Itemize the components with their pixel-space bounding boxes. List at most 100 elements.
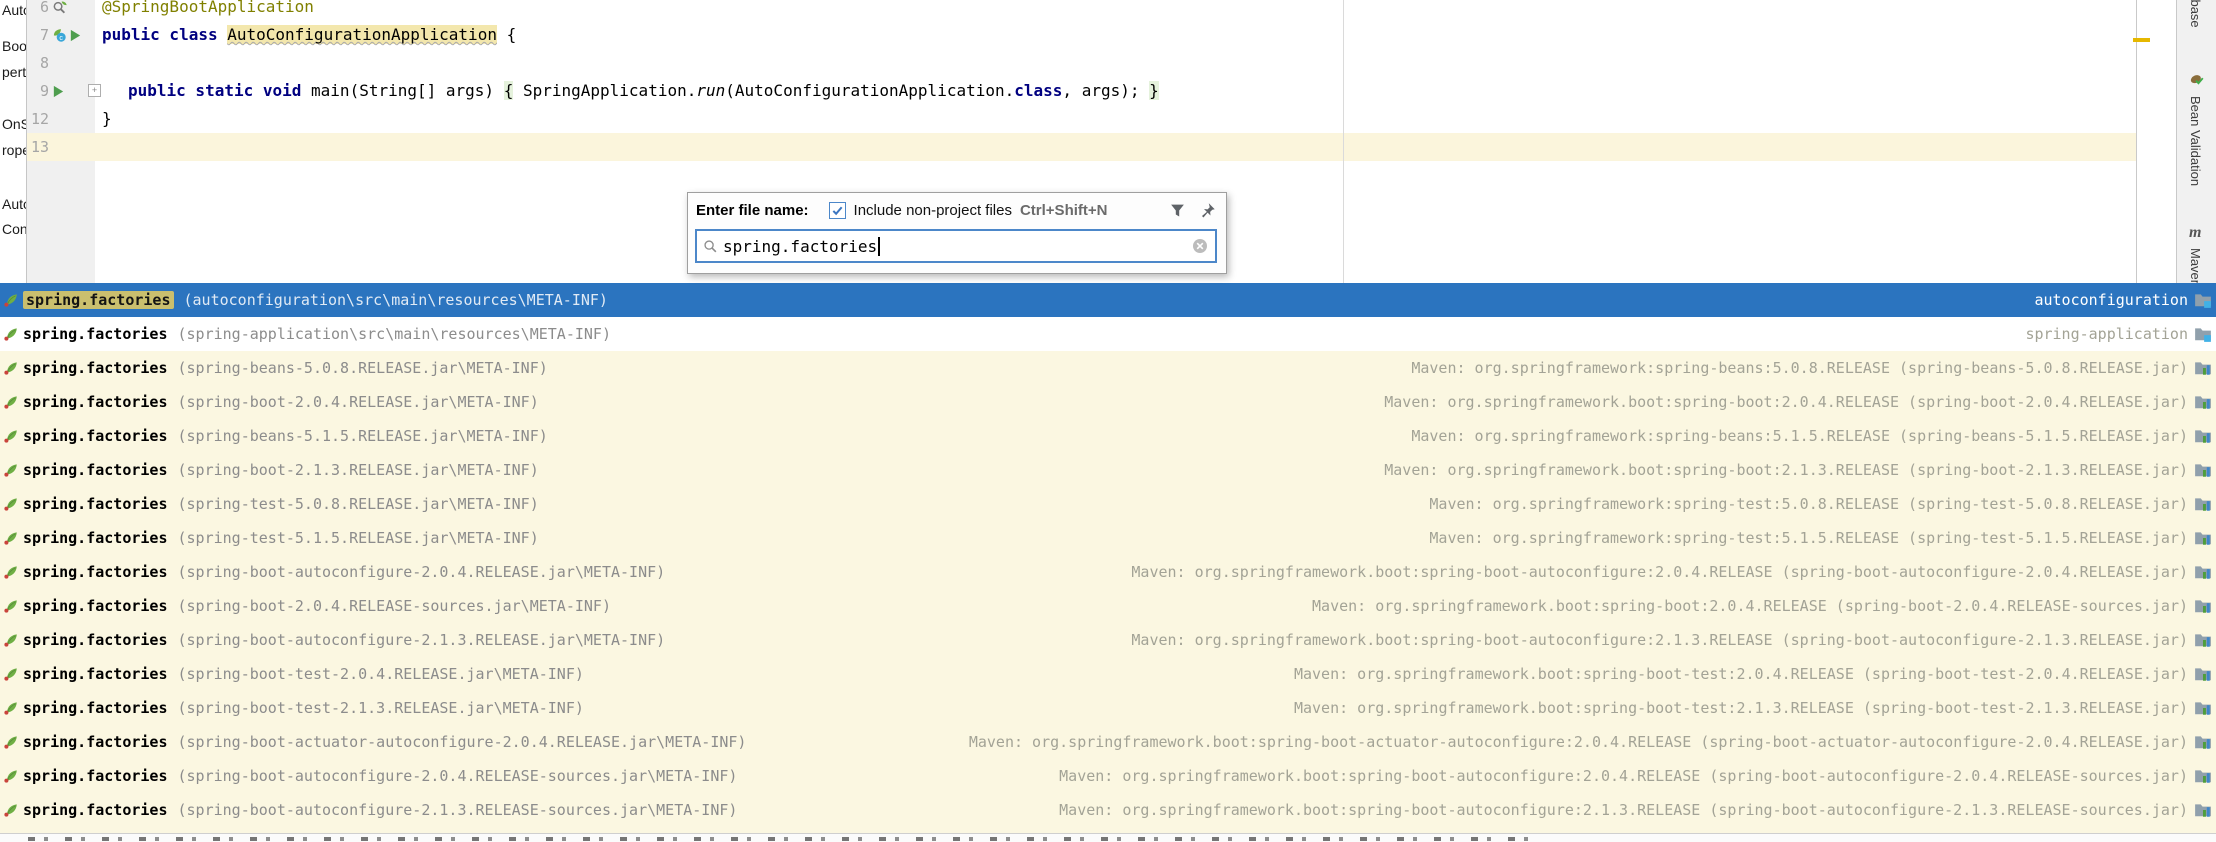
result-row[interactable]: spring.factories(spring-boot-autoconfigu… — [0, 623, 2216, 657]
spring-file-icon — [3, 564, 19, 580]
project-panel-text-fragment: OnS — [2, 116, 27, 132]
spring-file-icon — [3, 462, 19, 478]
result-file-name: spring.factories — [23, 427, 168, 445]
library-icon — [2194, 393, 2212, 411]
spring-file-icon — [3, 496, 19, 512]
spring-file-icon — [3, 530, 19, 546]
spring-file-icon — [3, 326, 19, 342]
result-origin-label: autoconfiguration — [2034, 291, 2188, 309]
spring-file-icon — [3, 598, 19, 614]
result-file-name: spring.factories — [23, 631, 168, 649]
clear-search-icon[interactable] — [1192, 238, 1208, 254]
code-line[interactable]: public static void main(String[] args) {… — [128, 77, 1159, 105]
result-row[interactable]: spring.factories(spring-boot-test-2.0.4.… — [0, 657, 2216, 691]
code-line[interactable]: } — [102, 105, 112, 133]
right-margin-guide — [1343, 0, 1344, 283]
search-icon — [703, 239, 718, 254]
result-origin-label: Maven: org.springframework:spring-beans:… — [1411, 427, 2188, 445]
result-file-path: (spring-test-5.0.8.RELEASE.jar\META-INF) — [178, 495, 539, 513]
run-icon[interactable] — [52, 85, 65, 98]
line-number: 8 — [27, 54, 49, 72]
result-origin-label: Maven: org.springframework.boot:spring-b… — [1384, 461, 2188, 479]
code-token: AutoConfigurationApplication — [227, 25, 497, 44]
project-panel-text-fragment: Cont — [2, 221, 27, 237]
spring-file-icon — [3, 360, 19, 376]
result-row[interactable]: spring.factories(spring-test-5.0.8.RELEA… — [0, 487, 2216, 521]
tool-button-bean-validation[interactable]: Bean Validation — [2188, 96, 2203, 186]
result-row[interactable]: spring.factories(spring-boot-2.0.4.RELEA… — [0, 589, 2216, 623]
code-line[interactable]: public class AutoConfigurationApplicatio… — [102, 21, 516, 49]
gutter-row: 8 — [27, 49, 95, 77]
library-icon — [2194, 529, 2212, 547]
warning-stripe-mark[interactable] — [2133, 38, 2150, 42]
pin-icon[interactable] — [1196, 199, 1218, 221]
result-row[interactable]: spring.factories(spring-boot-autoconfigu… — [0, 759, 2216, 793]
result-row[interactable]: spring.factories(spring-boot-actuator-au… — [0, 725, 2216, 759]
result-row[interactable]: spring.factories(spring-test-5.1.5.RELEA… — [0, 521, 2216, 555]
module-icon — [2194, 325, 2212, 343]
spring-file-icon — [3, 802, 19, 818]
result-origin-label: Maven: org.springframework:spring-beans:… — [1411, 359, 2188, 377]
result-file-name: spring.factories — [23, 529, 168, 547]
project-panel-text-fragment: Auto — [2, 2, 27, 18]
library-icon — [2194, 461, 2212, 479]
result-origin-label: Maven: org.springframework.boot:spring-b… — [1131, 631, 2188, 649]
result-origin-label: Maven: org.springframework.boot:spring-b… — [1059, 801, 2188, 819]
filter-icon[interactable] — [1166, 199, 1188, 221]
result-row[interactable]: spring.factories(spring-beans-5.0.8.RELE… — [0, 351, 2216, 385]
result-file-name: spring.factories — [23, 461, 168, 479]
spring-scan-icon[interactable] — [52, 0, 67, 15]
project-panel-text-fragment: perty — [2, 64, 27, 80]
result-origin-label: Maven: org.springframework.boot:spring-b… — [1294, 665, 2188, 683]
result-row[interactable]: spring.factories(spring-beans-5.1.5.RELE… — [0, 419, 2216, 453]
spring-file-icon — [3, 666, 19, 682]
result-file-path: (spring-boot-autoconfigure-2.0.4.RELEASE… — [178, 767, 738, 785]
file-results-popup: spring.factories(autoconfiguration\src\m… — [0, 283, 2216, 833]
spring-file-icon — [3, 700, 19, 716]
result-origin-label: spring-application — [2025, 325, 2188, 343]
clipped-text-fragments — [28, 837, 1540, 841]
result-row[interactable]: spring.factories(spring-boot-2.0.4.RELEA… — [0, 385, 2216, 419]
library-icon — [2194, 699, 2212, 717]
result-file-name: spring.factories — [23, 801, 168, 819]
result-row[interactable]: spring.factories(spring-application\src\… — [0, 317, 2216, 351]
tool-button-database[interactable]: Database — [2188, 0, 2203, 28]
code-line[interactable]: @SpringBootApplication — [102, 0, 314, 21]
result-row[interactable]: spring.factories(spring-boot-test-2.1.3.… — [0, 691, 2216, 725]
result-row[interactable]: spring.factories(spring-boot-autoconfigu… — [0, 793, 2216, 827]
project-panel-text-fragment: rope — [2, 142, 27, 158]
result-row[interactable]: spring.factories(spring-boot-autoconfigu… — [0, 555, 2216, 589]
scrollbar-track-border — [2136, 0, 2137, 283]
bean-validation-icon — [2189, 72, 2204, 92]
code-token: } — [1149, 81, 1159, 100]
line-number: 9 — [27, 82, 49, 100]
checkbox-label[interactable]: Include non-project files — [854, 202, 1012, 219]
result-origin-label: Maven: org.springframework:spring-test:5… — [1429, 529, 2188, 547]
tool-button-maven[interactable]: Maven — [2188, 248, 2203, 283]
result-row[interactable]: spring.factories(spring-boot-2.1.3.RELEA… — [0, 453, 2216, 487]
gutter-row: 13 — [27, 133, 95, 161]
run-icon[interactable] — [69, 29, 82, 42]
shortcut-hint: Ctrl+Shift+N — [1020, 202, 1108, 219]
result-file-path: (spring-beans-5.0.8.RELEASE.jar\META-INF… — [178, 359, 548, 377]
caret-line-highlight — [27, 133, 2136, 161]
include-non-project-files-checkbox[interactable] — [829, 202, 846, 219]
maven-logo-icon: m — [2189, 224, 2201, 242]
line-number: 13 — [27, 138, 49, 156]
code-token: @SpringBootApplication — [102, 0, 314, 16]
result-file-name: spring.factories — [23, 393, 168, 411]
code-token: { — [504, 81, 514, 100]
line-number: 12 — [27, 110, 49, 128]
file-name-input[interactable]: spring.factories — [695, 229, 1217, 263]
result-file-name: spring.factories — [23, 699, 168, 717]
library-icon — [2194, 427, 2212, 445]
fold-marker[interactable]: + — [88, 84, 101, 97]
library-icon — [2194, 767, 2212, 785]
library-icon — [2194, 631, 2212, 649]
code-token: class — [1014, 81, 1062, 100]
result-row[interactable]: spring.factories(autoconfiguration\src\m… — [0, 283, 2216, 317]
result-file-path: (spring-boot-autoconfigure-2.0.4.RELEASE… — [178, 563, 666, 581]
spring-bean-icon[interactable]: c — [52, 28, 67, 43]
result-file-name: spring.factories — [23, 665, 168, 683]
spring-file-icon — [3, 292, 19, 308]
